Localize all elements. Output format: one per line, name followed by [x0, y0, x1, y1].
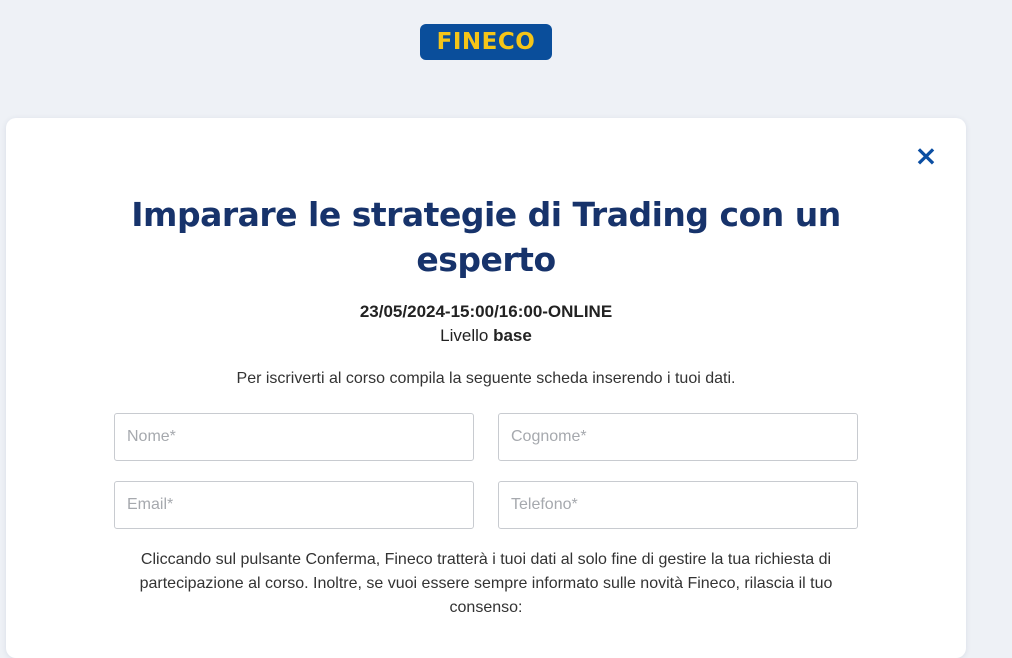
modal-title-line2: esperto — [416, 240, 556, 279]
consent-text: Cliccando sul pulsante Conferma, Fineco … — [139, 551, 833, 616]
course-level-value: base — [493, 326, 532, 345]
course-level: Livello base — [6, 326, 966, 346]
nome-input[interactable] — [114, 413, 474, 461]
email-input[interactable] — [114, 481, 474, 529]
course-level-label: Livello — [440, 326, 489, 345]
fineco-logo[interactable]: FINECO — [420, 24, 552, 60]
modal-title: Imparare le strategie di Trading con un … — [6, 192, 966, 282]
course-signup-modal: × Imparare le strategie di Trading con u… — [6, 118, 966, 658]
modal-title-line1: Imparare le strategie di Trading con un — [131, 195, 841, 234]
close-icon[interactable]: × — [914, 142, 938, 170]
telefono-input[interactable] — [498, 481, 858, 529]
form-intro-text: Per iscriverti al corso compila la segue… — [236, 370, 736, 387]
fineco-logo-text: FINECO — [436, 29, 536, 55]
cognome-input[interactable] — [498, 413, 858, 461]
course-date: 23/05/2024-15:00/16:00-ONLINE — [359, 302, 613, 321]
